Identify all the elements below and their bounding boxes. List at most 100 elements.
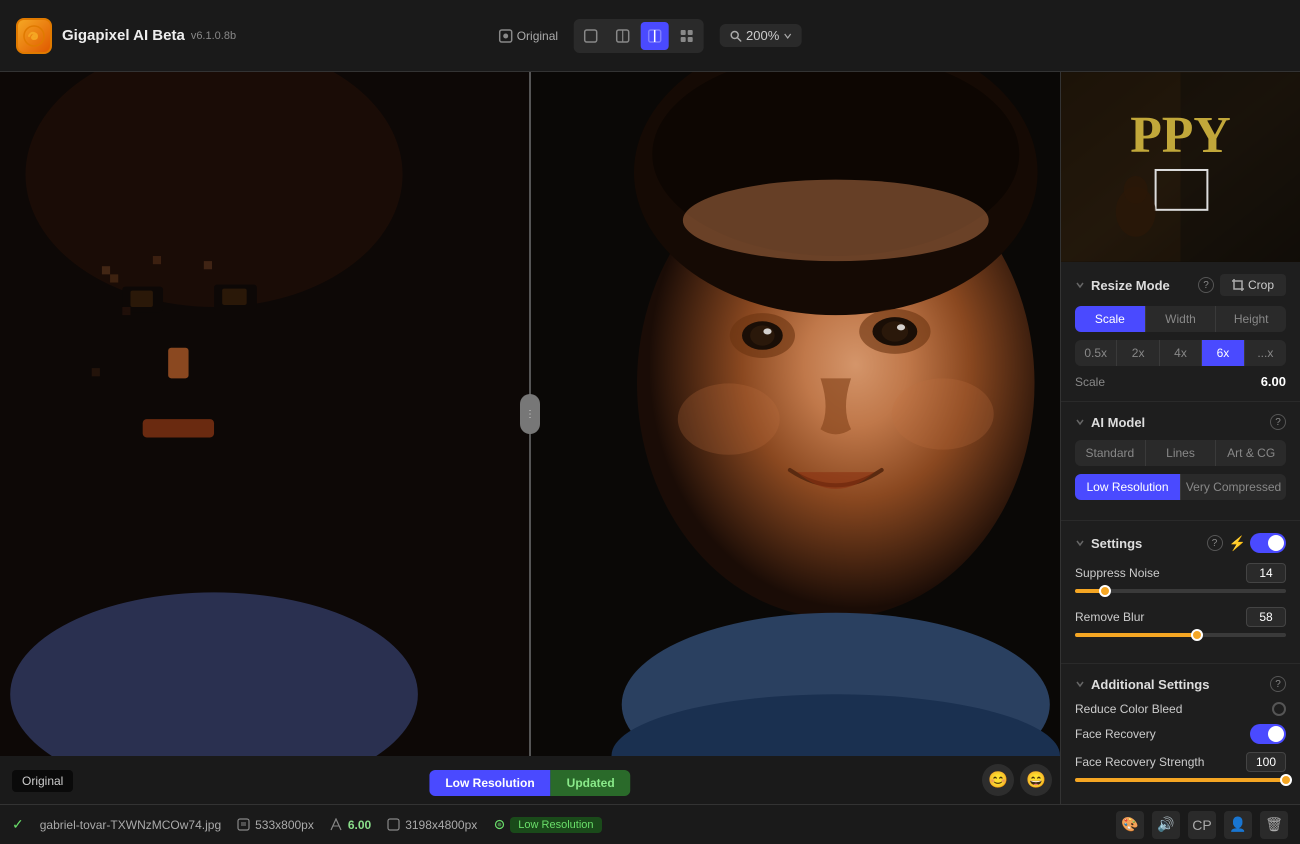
remove-blur-fill [1075, 633, 1197, 637]
face-recovery-strength-value[interactable]: 100 [1246, 752, 1286, 772]
additional-settings-chevron [1075, 679, 1085, 689]
person-btn[interactable]: 👤 [1224, 811, 1252, 839]
thumbsdown-btn[interactable]: 😄 [1020, 764, 1052, 796]
settings-header-row: Settings ? ⚡ [1075, 533, 1286, 553]
filename-item: gabriel-tovar-TXWNzMCOw74.jpg [40, 818, 221, 832]
badge-status: Updated [551, 770, 631, 796]
remove-blur-thumb[interactable] [1191, 629, 1203, 641]
svg-text:PPY: PPY [1130, 107, 1231, 164]
photo-right-bg [530, 72, 1060, 756]
model-lines[interactable]: Lines [1146, 440, 1217, 466]
file-icon [237, 818, 250, 831]
zoom-value: 200% [746, 28, 779, 43]
color-palette-btn[interactable]: 🎨 [1116, 811, 1144, 839]
additional-settings-section: Additional Settings ? Reduce Color Bleed… [1061, 664, 1300, 804]
face-recovery-toggle[interactable] [1250, 724, 1286, 744]
suppress-noise-track[interactable] [1075, 589, 1286, 593]
model-art-cg[interactable]: Art & CG [1216, 440, 1286, 466]
resize-mode-row: Resize Mode ? Crop [1075, 274, 1286, 296]
zoom-control[interactable]: 200% [720, 24, 801, 47]
resize-mode-chevron [1075, 280, 1085, 290]
suppress-noise-row: Suppress Noise 14 [1075, 563, 1286, 593]
settings-help[interactable]: ? [1207, 535, 1223, 551]
output-size: 3198x4800px [405, 818, 477, 832]
view-grid[interactable] [673, 22, 701, 50]
original-tag: Original [12, 770, 73, 792]
model-standard[interactable]: Standard [1075, 440, 1146, 466]
scale-4x[interactable]: 4x [1160, 340, 1202, 366]
lightning-icon: ⚡ [1229, 535, 1246, 552]
model-item: Low Resolution [493, 817, 601, 833]
scale-value: 6.00 [1261, 374, 1286, 389]
ai-model-row1: Standard Lines Art & CG [1075, 440, 1286, 466]
face-recovery-thumb[interactable] [1280, 774, 1292, 786]
ai-model-header[interactable]: AI Model ? [1075, 414, 1286, 430]
scale-item: 6.00 [330, 818, 371, 832]
face-recovery-strength-label: Face Recovery Strength [1075, 755, 1204, 769]
topbar: Gigapixel AI Beta v6.1.0.8b Original 200… [0, 0, 1300, 72]
scale-options: 0.5x 2x 4x 6x ...x [1075, 340, 1286, 366]
scale-label: Scale [1075, 375, 1105, 389]
thumbnail-section: PPY [1061, 72, 1300, 262]
tab-scale[interactable]: Scale [1075, 306, 1146, 332]
scale-0.5x[interactable]: 0.5x [1075, 340, 1117, 366]
model-icon [493, 818, 506, 831]
suppress-noise-value[interactable]: 14 [1246, 563, 1286, 583]
suppress-noise-thumb[interactable] [1099, 585, 1111, 597]
original-size-item: 533x800px [237, 818, 314, 832]
resize-tabs: Scale Width Height [1075, 306, 1286, 332]
processing-badge: Low Resolution Updated [429, 770, 630, 796]
reduce-color-bleed-radio[interactable] [1272, 702, 1286, 716]
trash-btn[interactable]: 🗑 [1260, 811, 1288, 839]
resize-mode-help[interactable]: ? [1198, 277, 1214, 293]
app-logo [16, 18, 52, 54]
image-canvas: ⋮ [0, 72, 1060, 804]
view-single-left[interactable] [577, 22, 605, 50]
audio-btn[interactable]: 🔊 [1152, 811, 1180, 839]
face-recovery-fill [1075, 778, 1286, 782]
app-version: v6.1.0.8b [191, 30, 236, 42]
view-split[interactable] [641, 22, 669, 50]
thumbsup-btn[interactable]: 😊 [982, 764, 1014, 796]
remove-blur-track[interactable] [1075, 633, 1286, 637]
ai-model-chevron [1075, 417, 1085, 427]
additional-settings-header[interactable]: Additional Settings ? [1075, 676, 1286, 692]
tab-width[interactable]: Width [1146, 306, 1217, 332]
ai-model-help[interactable]: ? [1270, 414, 1286, 430]
model-very-compressed[interactable]: Very Compressed [1181, 474, 1286, 500]
scale-custom[interactable]: ...x [1245, 340, 1286, 366]
cp-btn[interactable]: CP [1188, 811, 1216, 839]
additional-settings-help[interactable]: ? [1270, 676, 1286, 692]
resize-mode-section: Resize Mode ? Crop Scale Width Height 0.… [1061, 262, 1300, 402]
badge-model: Low Resolution [429, 770, 550, 796]
face-recovery-strength-track[interactable] [1075, 778, 1286, 782]
split-handle[interactable]: ⋮ [520, 394, 540, 434]
suppress-noise-label-row: Suppress Noise 14 [1075, 563, 1286, 583]
crop-button[interactable]: Crop [1220, 274, 1286, 296]
image-right-half [530, 72, 1060, 756]
scale-2x[interactable]: 2x [1117, 340, 1159, 366]
reduce-color-bleed-label: Reduce Color Bleed [1075, 702, 1182, 716]
settings-toggle[interactable] [1250, 533, 1286, 553]
scale-6x[interactable]: 6x [1202, 340, 1244, 366]
face-recovery-row: Face Recovery [1075, 724, 1286, 744]
tab-height[interactable]: Height [1216, 306, 1286, 332]
remove-blur-label-row: Remove Blur 58 [1075, 607, 1286, 627]
image-left-half [0, 72, 530, 756]
settings-chevron [1075, 538, 1085, 548]
resize-mode-title: Resize Mode [1091, 278, 1192, 293]
photo-left-bg [0, 72, 530, 756]
remove-blur-row: Remove Blur 58 [1075, 607, 1286, 637]
ai-model-title: AI Model [1091, 415, 1264, 430]
settings-title: Settings [1091, 536, 1201, 551]
remove-blur-label: Remove Blur [1075, 610, 1144, 624]
settings-section: Settings ? ⚡ Suppress Noise 14 [1061, 521, 1300, 664]
model-low-resolution[interactable]: Low Resolution [1075, 474, 1181, 500]
remove-blur-value[interactable]: 58 [1246, 607, 1286, 627]
split-container: ⋮ [0, 72, 1060, 756]
right-panel: PPY Resize Mode ? Crop [1060, 72, 1300, 804]
bottom-bar: ✓ gabriel-tovar-TXWNzMCOw74.jpg 533x800p… [0, 804, 1300, 844]
app-title: Gigapixel AI Beta [62, 27, 185, 44]
view-single-right[interactable] [609, 22, 637, 50]
model-tag: Low Resolution [510, 817, 601, 833]
